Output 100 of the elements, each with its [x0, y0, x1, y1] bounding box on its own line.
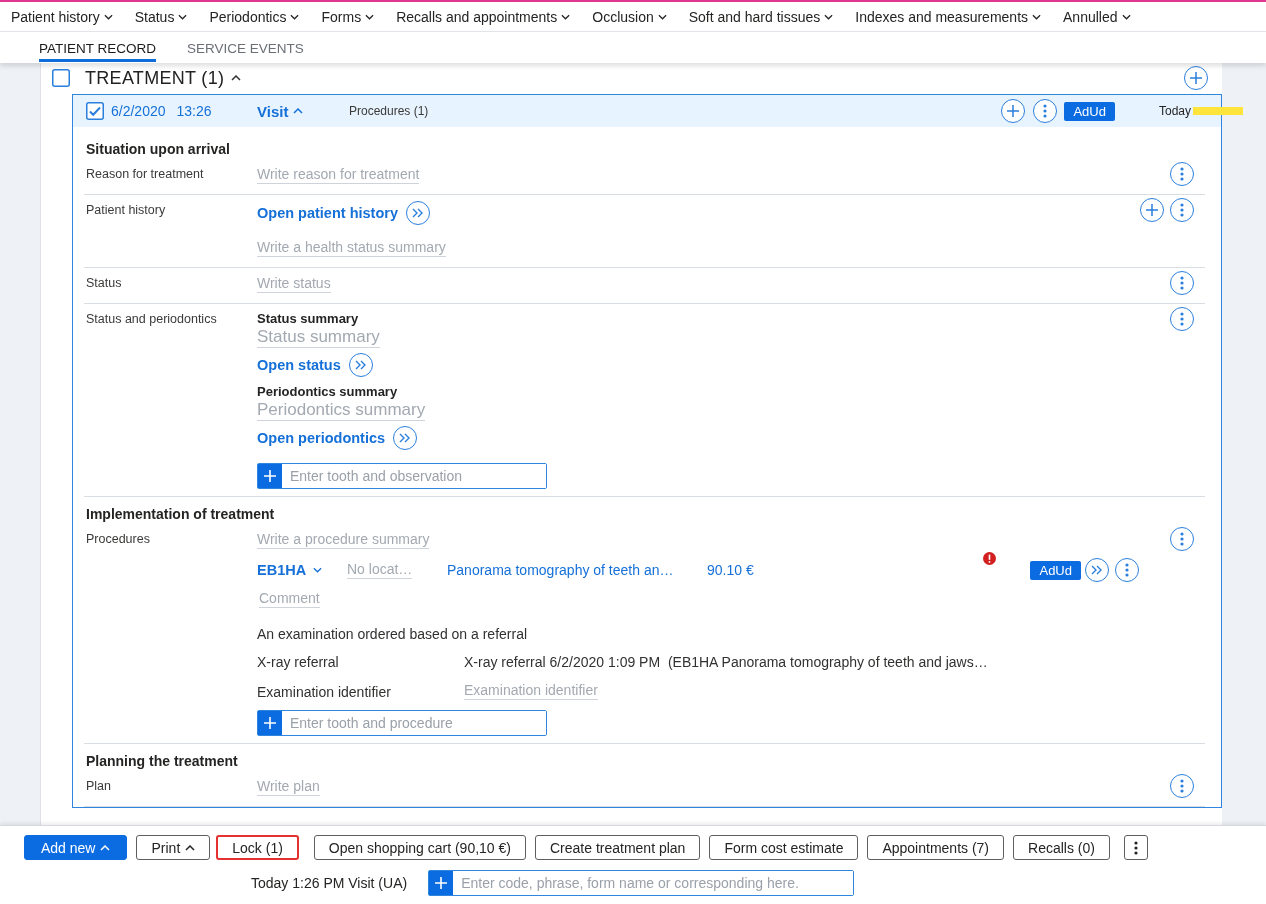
highlight-mark — [1193, 107, 1243, 115]
forward-button[interactable] — [348, 353, 373, 377]
add-button[interactable] — [1184, 66, 1208, 90]
more-icon — [1125, 563, 1129, 577]
double-chevron-icon — [399, 433, 412, 443]
entry-field[interactable]: Enter code, phrase, form name or corresponding here. — [428, 870, 855, 896]
row-label: Reason for treatment — [86, 167, 204, 181]
action-button[interactable]: Form cost estimate — [709, 835, 859, 860]
chevron-up-icon — [100, 844, 111, 851]
more-button[interactable] — [1170, 198, 1194, 222]
visit-time: 13:26 — [176, 103, 212, 119]
more-icon — [1180, 312, 1184, 326]
chevron-down-icon — [313, 567, 323, 573]
action-button[interactable]: Recalls (0) — [1013, 835, 1110, 860]
action-button[interactable]: Create treatment plan — [535, 835, 701, 860]
plus-icon — [258, 464, 282, 488]
tab[interactable]: SERVICE EVENTS — [187, 32, 304, 62]
more-button[interactable] — [1115, 558, 1139, 582]
more-icon — [1180, 532, 1184, 546]
section-heading: Planning the treatment — [86, 753, 238, 769]
menu-item[interactable]: Indexes and measurements — [855, 8, 1041, 25]
initials-tag: AdUd — [1030, 560, 1081, 580]
double-chevron-icon — [1091, 565, 1103, 575]
chevron-down-icon — [657, 13, 667, 20]
procedures-count: Procedures (1) — [349, 104, 429, 118]
menu-item[interactable]: Occlusion — [592, 8, 667, 25]
chevron-down-icon — [824, 13, 834, 20]
more-button[interactable] — [1123, 835, 1148, 860]
action-button[interactable]: Lock (1) — [216, 835, 299, 860]
row-label: Procedures — [86, 532, 150, 546]
menu-item[interactable]: Annulled — [1063, 8, 1131, 25]
double-chevron-icon — [354, 360, 367, 370]
chevron-down-icon — [365, 13, 375, 20]
action-button[interactable]: Appointments (7) — [867, 835, 1005, 860]
plus-icon — [258, 711, 282, 735]
section-heading: Situation upon arrival — [86, 141, 230, 157]
plus-icon — [429, 871, 454, 895]
more-button[interactable] — [1033, 99, 1058, 123]
chevron-down-icon — [178, 13, 188, 20]
menu-item[interactable]: Forms — [321, 8, 375, 25]
checkbox[interactable] — [86, 102, 104, 120]
context-text: Today 1:26 PM Visit (UA) — [251, 875, 408, 891]
forward-button[interactable] — [406, 201, 430, 225]
plus-icon — [1007, 105, 1020, 117]
open-link[interactable]: Open patient history — [257, 205, 398, 221]
action-button[interactable]: Open shopping cart (90,10 €) — [313, 835, 526, 860]
entry-field[interactable]: Enter tooth and observation — [257, 463, 547, 489]
chevron-down-icon — [1032, 13, 1041, 20]
more-button[interactable] — [1170, 162, 1194, 186]
checkbox[interactable] — [52, 69, 70, 87]
menu-item[interactable]: Patient history — [11, 8, 113, 25]
section-title: TREATMENT (1) — [85, 67, 225, 89]
row-label: Status — [86, 276, 122, 290]
visit-toggle[interactable]: Visit — [257, 102, 304, 120]
subheading: Periodontics summary — [257, 384, 398, 399]
entry-field[interactable]: Enter tooth and procedure — [257, 710, 547, 736]
menu-item[interactable]: Recalls and appointments — [396, 8, 571, 25]
menu-item[interactable]: Periodontics — [209, 8, 300, 25]
more-icon — [1180, 203, 1184, 217]
more-button[interactable] — [1170, 271, 1194, 295]
forward-button[interactable] — [1085, 558, 1109, 582]
forward-button[interactable] — [393, 426, 418, 450]
day-label: Today — [1158, 104, 1191, 118]
menu-item[interactable]: Status — [134, 8, 188, 25]
row-label: Patient history — [86, 203, 166, 217]
more-button[interactable] — [1170, 774, 1194, 798]
plus-icon — [1146, 204, 1158, 216]
section-heading: Implementation of treatment — [86, 506, 275, 522]
chevron-down-icon — [290, 13, 300, 20]
initials-tag: AdUd — [1064, 101, 1115, 121]
more-button[interactable] — [1170, 527, 1194, 551]
note-text: An examination ordered based on a referral — [257, 626, 528, 642]
plus-icon — [1190, 72, 1202, 84]
more-button[interactable] — [1170, 307, 1194, 331]
subheading: Status summary — [257, 311, 359, 326]
more-icon — [1180, 779, 1184, 793]
add-button[interactable] — [1001, 99, 1026, 123]
open-link[interactable]: Open periodontics — [257, 430, 386, 446]
procedure-link[interactable]: Panorama tomography of teeth an… — [447, 562, 674, 578]
add-button[interactable] — [1140, 198, 1164, 222]
code-dropdown[interactable]: EB1HA — [257, 562, 323, 578]
visit-date: 6/2/2020 — [111, 103, 166, 119]
row-label: Plan — [86, 779, 112, 793]
menu-item[interactable]: Soft and hard tissues — [688, 8, 834, 25]
chevron-down-icon — [1121, 13, 1131, 20]
add-new-button[interactable]: Add new — [24, 835, 128, 860]
field-label: X-ray referral — [257, 654, 339, 670]
open-link[interactable]: Open status — [257, 357, 341, 373]
field-label: Examination identifier — [257, 684, 391, 700]
chevron-down-icon — [103, 13, 113, 20]
double-chevron-icon — [412, 208, 424, 218]
more-icon — [1180, 276, 1184, 290]
chevron-up-icon — [185, 844, 196, 851]
more-icon — [1180, 167, 1184, 181]
more-icon — [1133, 840, 1138, 855]
more-icon — [1043, 104, 1048, 118]
field-value: X-ray referral 6/2/2020 1:09 PM (EB1HA Panorama tomography of teeth and jaws… — [464, 654, 988, 670]
action-button[interactable]: Print — [136, 835, 211, 860]
row-label: Status and periodontics — [86, 312, 217, 326]
chevron-down-icon — [561, 13, 571, 20]
